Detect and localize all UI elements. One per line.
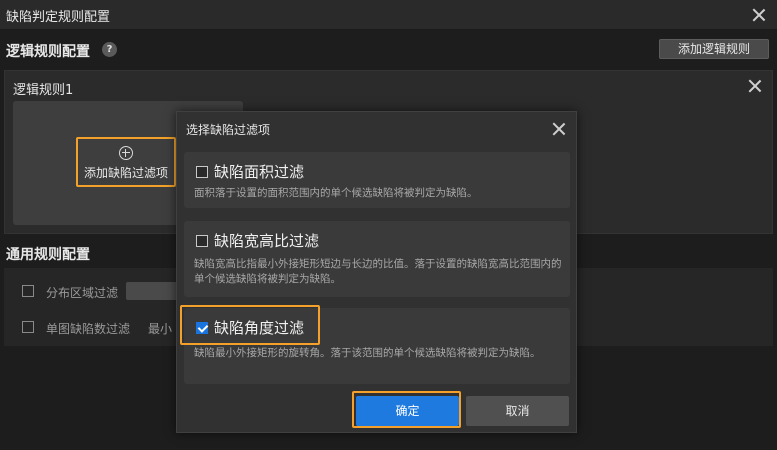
distribution-checkbox[interactable] <box>22 285 34 297</box>
add-filter-button[interactable]: 添加缺陷过滤项 <box>76 137 176 187</box>
add-filter-label: 添加缺陷过滤项 <box>83 166 168 180</box>
add-logic-rule-button[interactable]: 添加逻辑规则 <box>659 39 769 59</box>
logic-section-title: 逻辑规则配置 <box>6 44 90 60</box>
distribution-label: 分布区域过滤 <box>46 286 119 300</box>
rule-name: 逻辑规则1 <box>13 83 74 98</box>
rule-close-icon[interactable] <box>748 79 762 93</box>
option-area-filter[interactable]: 缺陷面积过滤 面积落于设置的面积范围内的单个候选缺陷将被判定为缺陷。 <box>184 152 570 208</box>
option-title: 缺陷面积过滤 <box>214 163 305 181</box>
angle-filter-highlight <box>180 305 320 345</box>
option-desc: 缺陷宽高比指最小外接矩形短边与长边的比值。落于设置的缺陷宽高比范围内的单个候选缺… <box>194 258 562 285</box>
general-section-title: 通用规则配置 <box>6 247 90 263</box>
filter-select-dialog: 选择缺陷过滤项 缺陷面积过滤 面积落于设置的面积范围内的单个候选缺陷将被判定为缺… <box>176 111 577 433</box>
dialog-close-icon[interactable] <box>552 122 566 136</box>
option-aspect-filter[interactable]: 缺陷宽高比过滤 缺陷宽高比指最小外接矩形短边与长边的比值。落于设置的缺陷宽高比范… <box>184 221 570 297</box>
option-title: 缺陷宽高比过滤 <box>214 232 320 250</box>
option-desc: 缺陷最小外接矩形的旋转角。落于该范围的单个候选缺陷将被判定为缺陷。 <box>194 347 541 359</box>
single-count-checkbox[interactable] <box>22 321 34 333</box>
option-desc: 面积落于设置的面积范围内的单个候选缺陷将被判定为缺陷。 <box>194 187 478 199</box>
plus-circle-icon <box>119 146 133 160</box>
single-count-label: 单图缺陷数过滤 <box>46 322 131 336</box>
area-filter-checkbox[interactable] <box>196 166 208 178</box>
min-label: 最小 <box>148 322 173 336</box>
dialog-title: 选择缺陷过滤项 <box>186 123 271 137</box>
aspect-filter-checkbox[interactable] <box>196 235 208 247</box>
window-title: 缺陷判定规则配置 <box>6 10 111 25</box>
distribution-input[interactable] <box>126 282 180 300</box>
window-close-icon[interactable] <box>752 8 766 22</box>
cancel-button[interactable]: 取消 <box>466 396 569 426</box>
window-titlebar: 缺陷判定规则配置 <box>0 0 777 30</box>
help-icon[interactable]: ? <box>102 42 117 57</box>
confirm-highlight <box>352 391 461 428</box>
